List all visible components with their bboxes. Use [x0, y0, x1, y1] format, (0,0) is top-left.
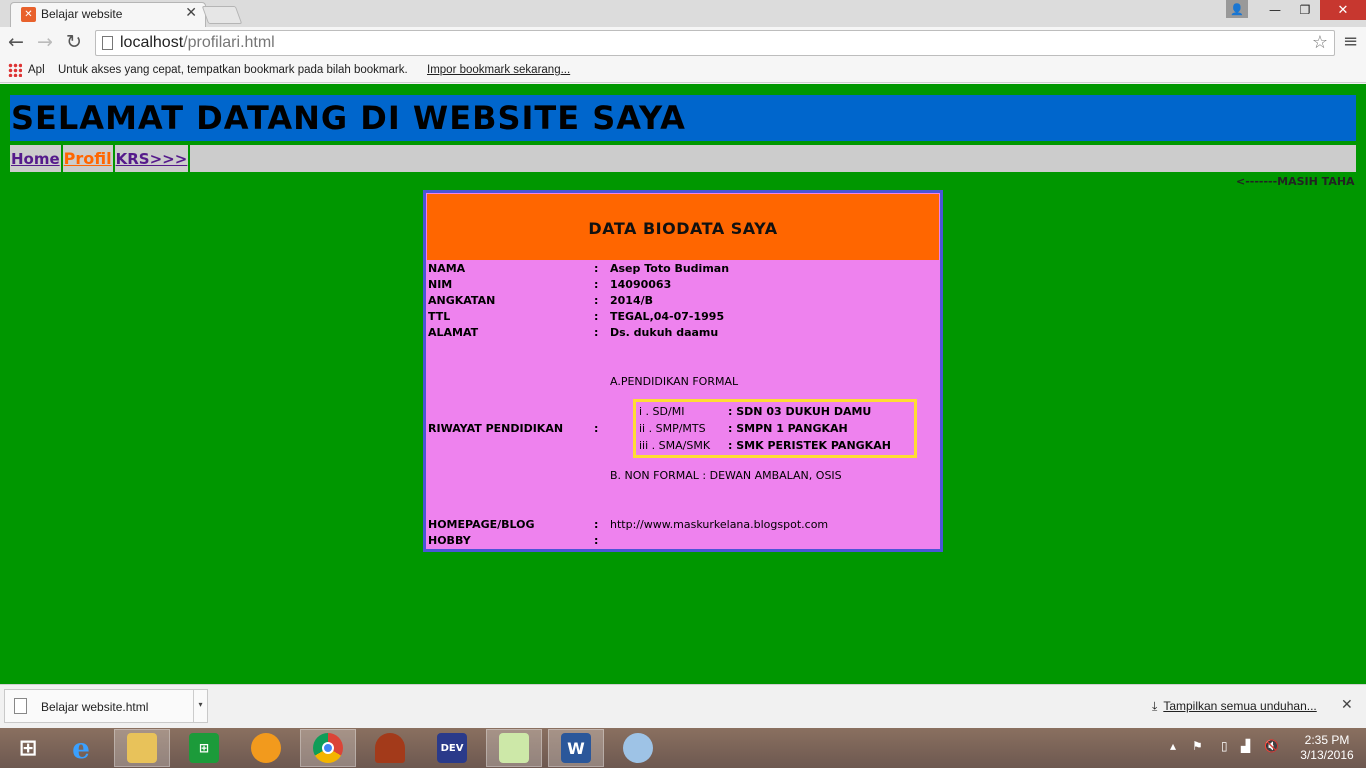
downloads-shelf: Belajar website.html ▾ ⤓ Tampilkan semua …: [0, 684, 1366, 728]
download-name: Belajar website.html: [41, 700, 149, 714]
site-header: SELAMAT DATANG DI WEBSITE SAYA: [10, 95, 1356, 141]
education-box: i . SD/MI : SDN 03 DUKUH DAMU ii . SMP/M…: [633, 399, 917, 458]
reload-icon[interactable]: ↻: [66, 31, 82, 53]
apps-label[interactable]: Apl: [28, 64, 45, 76]
non-formal-text: B. NON FORMAL : DEWAN AMBALAN, OSIS: [610, 469, 842, 482]
page-icon: [102, 36, 113, 50]
taskbar-notepad[interactable]: [486, 729, 542, 767]
show-all-downloads-link[interactable]: ⤓ Tampilkan semua unduhan...: [1152, 699, 1317, 714]
shelf-close-icon[interactable]: ✕: [1341, 697, 1353, 713]
taskbar-chrome[interactable]: [300, 729, 356, 767]
taskbar-app-orange[interactable]: [238, 729, 294, 767]
tab-title: Belajar website: [41, 7, 123, 21]
chrome-icon: [313, 733, 343, 763]
browser-tab[interactable]: ✕ Belajar website ✕: [10, 2, 206, 27]
restore-button[interactable]: ❐: [1290, 0, 1320, 20]
notepad-icon: [499, 733, 529, 763]
taskbar-clock[interactable]: 2:35 PM 3/13/2016: [1296, 733, 1358, 763]
tab-close-icon[interactable]: ✕: [185, 5, 197, 21]
paint-icon: [623, 733, 653, 763]
clock-time: 2:35 PM: [1304, 733, 1350, 747]
internet-explorer-icon: e: [72, 731, 90, 765]
volume-muted-icon[interactable]: 🔇: [1264, 739, 1279, 753]
formal-heading-row: A.PENDIDIKAN FORMAL: [428, 375, 938, 391]
address-bar[interactable]: localhost/profilari.html ☆: [95, 30, 1335, 56]
taskbar-store[interactable]: ⊞: [176, 729, 232, 767]
store-icon: ⊞: [189, 733, 219, 763]
row-nim: NIM : 14090063: [428, 278, 672, 291]
start-button[interactable]: ⊞: [0, 729, 56, 767]
site-title: SELAMAT DATANG DI WEBSITE SAYA: [11, 99, 686, 137]
bookmark-star-icon[interactable]: ☆: [1312, 32, 1328, 53]
row-hobby: HOBBY :: [428, 534, 599, 547]
nav-link-profil[interactable]: Profil: [64, 149, 112, 168]
window-controls: 👤 — ❐ ✕: [1226, 0, 1366, 20]
row-angkatan: ANGKATAN : 2014/B: [428, 294, 654, 307]
nav-cell-home: Home: [10, 145, 63, 172]
bookmarks-bar: Apl Untuk akses yang cepat, tempatkan bo…: [0, 59, 1366, 83]
taskbar-devcpp[interactable]: DEV: [424, 729, 480, 767]
action-center-flag-icon[interactable]: ⚑: [1192, 739, 1203, 753]
web-page: SELAMAT DATANG DI WEBSITE SAYA Home Prof…: [0, 84, 1366, 684]
taskbar-ie[interactable]: e: [53, 729, 109, 767]
minimize-button[interactable]: —: [1260, 0, 1290, 20]
xampp-favicon-icon: ✕: [21, 7, 36, 22]
import-bookmarks-link[interactable]: Impor bookmark sekarang...: [427, 64, 570, 76]
bookmarks-hint: Untuk akses yang cepat, tempatkan bookma…: [58, 64, 408, 76]
forward-arrow-icon[interactable]: →: [37, 31, 53, 53]
url-text: localhost/profilari.html: [120, 34, 275, 51]
document-icon: [14, 698, 27, 714]
back-arrow-icon[interactable]: ←: [8, 31, 24, 53]
file-explorer-icon: [127, 733, 157, 763]
battery-icon[interactable]: ▯: [1221, 739, 1228, 753]
nav-cell-profil: Profil: [63, 145, 115, 172]
biodata-title: DATA BIODATA SAYA: [588, 219, 778, 238]
apps-grid-icon[interactable]: [8, 63, 22, 77]
chrome-menu-icon[interactable]: ≡: [1343, 31, 1358, 52]
nav-cell-krs: KRS>>>: [115, 145, 191, 172]
user-profile-icon[interactable]: 👤: [1226, 0, 1248, 18]
biodata-header: DATA BIODATA SAYA: [427, 194, 939, 260]
dev-cpp-icon: DEV: [437, 733, 467, 763]
tab-strip: ✕ Belajar website ✕ 👤 — ❐ ✕: [0, 0, 1366, 27]
helmet-icon: [375, 733, 405, 763]
nav-link-home[interactable]: Home: [11, 150, 60, 168]
windows-logo-icon: ⊞: [18, 735, 38, 761]
new-tab-button[interactable]: [201, 6, 243, 24]
non-formal-row: B. NON FORMAL : DEWAN AMBALAN, OSIS: [428, 469, 938, 485]
download-item[interactable]: Belajar website.html ▾: [4, 689, 208, 723]
formal-heading: A.PENDIDIKAN FORMAL: [610, 375, 739, 388]
windows-taskbar: ⊞ e ⊞ DEV W ▴ ⚑ ▯ ▟ 🔇 2:35 PM 3/13/2016: [0, 728, 1366, 768]
download-menu-caret-icon[interactable]: ▾: [193, 690, 207, 722]
taskbar-explorer[interactable]: [114, 729, 170, 767]
row-nama: NAMA : Asep Toto Budiman: [428, 262, 730, 275]
browser-toolbar: ← → ↻ localhost/profilari.html ☆ ≡: [0, 27, 1366, 59]
media-player-icon: [251, 733, 281, 763]
word-icon: W: [561, 733, 591, 763]
window-close-button[interactable]: ✕: [1320, 0, 1366, 20]
taskbar-app-helmet[interactable]: [362, 729, 418, 767]
taskbar-word[interactable]: W: [548, 729, 604, 767]
row-ttl: TTL : TEGAL,04-07-1995: [428, 310, 725, 323]
nav-link-krs[interactable]: KRS>>>: [116, 150, 188, 168]
taskbar-paint[interactable]: [610, 729, 666, 767]
marquee-text: <-------MASIH TAHA: [1236, 175, 1355, 188]
network-icon[interactable]: ▟: [1241, 739, 1250, 753]
row-homepage: HOMEPAGE/BLOG : http://www.maskurkelana.…: [428, 518, 829, 531]
row-alamat: ALAMAT : Ds. dukuh daamu: [428, 326, 719, 339]
download-arrow-icon: ⤓: [1152, 699, 1158, 713]
clock-date: 3/13/2016: [1300, 748, 1354, 762]
biodata-card: DATA BIODATA SAYA NAMA : Asep Toto Budim…: [423, 190, 943, 552]
site-nav: Home Profil KRS>>>: [10, 145, 1356, 172]
tray-chevron-icon[interactable]: ▴: [1170, 739, 1176, 753]
